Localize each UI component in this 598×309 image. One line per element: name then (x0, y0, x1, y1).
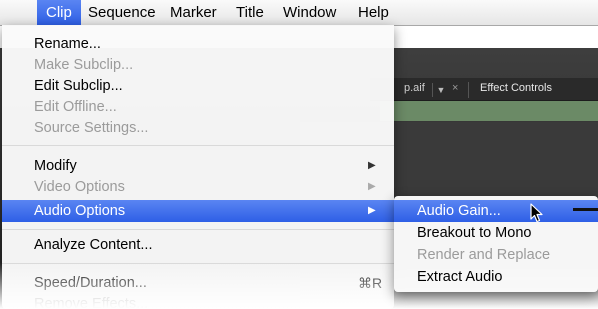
menu-item-source-settings[interactable]: Source Settings... (2, 117, 394, 139)
menu-item-label: Rename... (34, 36, 101, 52)
menu-item-label: Extract Audio (417, 269, 503, 285)
menu-marker[interactable]: Marker (161, 0, 226, 25)
menu-separator (2, 263, 394, 264)
menu-item-label: Analyze Content... (34, 237, 153, 253)
submenu-item-audio-gain[interactable]: Audio Gain... (394, 200, 598, 222)
menu-item-label: Source Settings... (34, 120, 149, 136)
triangle-right-icon: ▶ (368, 181, 376, 192)
tab-effect-controls[interactable]: Effect Controls (480, 82, 552, 98)
menu-item-rename[interactable]: Rename... (2, 33, 394, 55)
menu-item-label: Audio Options (34, 203, 126, 219)
triangle-right-icon: ▶ (368, 205, 376, 216)
menu-item-label: Speed/Duration... (34, 275, 147, 291)
submenu-item-breakout-to-mono[interactable]: Breakout to Mono (394, 222, 598, 244)
menu-item-label: Make Subclip... (34, 57, 134, 73)
tab-source-file[interactable]: p.aif (404, 82, 425, 98)
menu-window[interactable]: Window (274, 0, 345, 25)
menu-item-label: Edit Subclip... (34, 78, 123, 94)
menu-item-label: Modify (34, 158, 77, 174)
menu-item-video-options[interactable]: Video Options ▶ (2, 176, 394, 198)
menu-item-edit-subclip[interactable]: Edit Subclip... (2, 75, 394, 97)
menu-item-label: Audio Gain... (417, 203, 501, 219)
menu-item-label: Render and Replace (417, 247, 551, 263)
menu-item-label: Video Options (34, 179, 125, 195)
keyboard-shortcut: ⌘R (358, 275, 383, 291)
tab-dropdown-icon[interactable]: ▼ (432, 83, 449, 97)
audio-options-submenu: Audio Gain... Breakout to Mono Render an… (394, 196, 598, 292)
menu-item-edit-offline[interactable]: Edit Offline... (2, 96, 394, 118)
clip-menu-dropdown: Rename... Make Subclip... Edit Subclip..… (2, 25, 394, 309)
menu-item-label: Breakout to Mono (417, 225, 532, 241)
menu-separator (2, 229, 394, 230)
menu-help[interactable]: Help (349, 0, 398, 25)
audio-level-indicator (573, 208, 598, 211)
menu-bar: Clip Sequence Marker Title Window Help (0, 0, 598, 26)
arrow-pointer-icon (530, 203, 543, 223)
menu-separator (2, 145, 394, 146)
tab-divider (468, 82, 469, 98)
menu-item-modify[interactable]: Modify ▶ (2, 155, 394, 177)
menu-item-remove-effects[interactable]: Remove Effects... (2, 293, 394, 309)
tab-close-icon[interactable]: × (452, 82, 458, 94)
menu-sequence[interactable]: Sequence (79, 0, 165, 25)
menu-item-label: Edit Offline... (34, 99, 117, 115)
menu-item-make-subclip[interactable]: Make Subclip... (2, 54, 394, 76)
triangle-right-icon: ▶ (368, 160, 376, 171)
menu-item-audio-options[interactable]: Audio Options ▶ (2, 200, 394, 222)
menu-item-speed-duration[interactable]: Speed/Duration... ⌘R (2, 272, 394, 294)
submenu-item-render-and-replace[interactable]: Render and Replace (394, 244, 598, 266)
menu-item-label: Remove Effects... (34, 296, 149, 309)
menu-item-analyze-content[interactable]: Analyze Content... (2, 234, 394, 256)
submenu-item-extract-audio[interactable]: Extract Audio (394, 266, 598, 288)
menu-clip[interactable]: Clip (37, 0, 81, 25)
menu-title[interactable]: Title (227, 0, 273, 25)
audio-clip-bar (380, 101, 598, 121)
